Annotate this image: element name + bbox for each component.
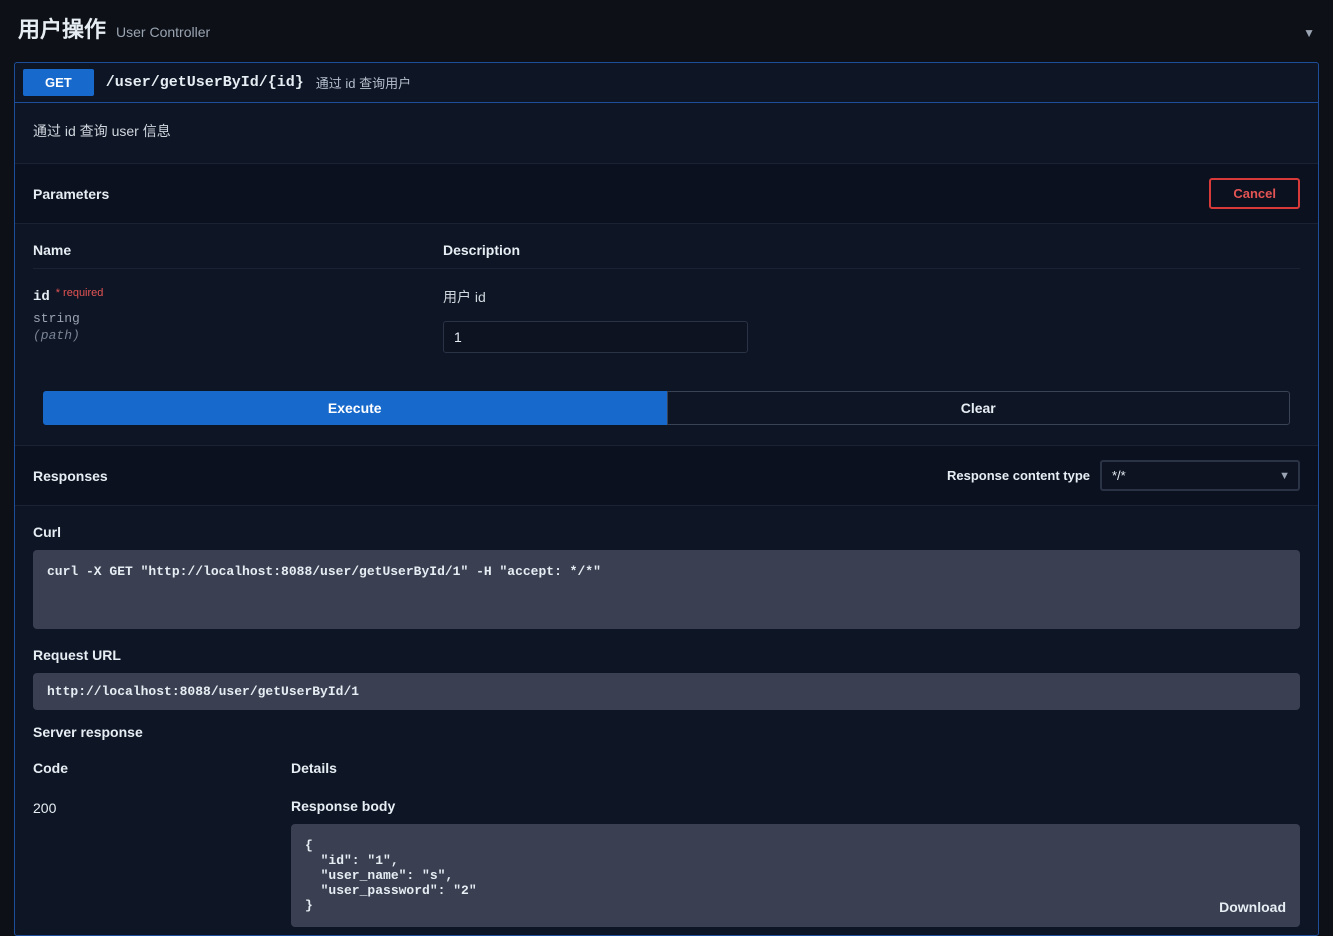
parameter-description: 用户 id <box>443 287 1300 307</box>
content-type-label: Response content type <box>947 468 1090 483</box>
chevron-down-icon: ▼ <box>1303 26 1315 40</box>
curl-code-block: curl -X GET "http://localhost:8088/user/… <box>33 550 1300 629</box>
parameter-type: string <box>33 311 443 326</box>
column-header-code: Code <box>33 760 291 776</box>
curl-title: Curl <box>33 524 1300 540</box>
parameter-name: id <box>33 289 50 305</box>
parameters-table: Name Description id * required string (p… <box>15 224 1318 391</box>
operation-short-description: 通过 id 查询用户 <box>316 73 411 92</box>
request-url-block: http://localhost:8088/user/getUserById/1 <box>33 673 1300 710</box>
operation-path: /user/getUserById/{id} <box>106 74 304 91</box>
download-button[interactable]: Download <box>1219 899 1286 915</box>
cancel-button[interactable]: Cancel <box>1209 178 1300 209</box>
parameter-input-id[interactable] <box>443 321 748 353</box>
content-type-select[interactable]: */* <box>1100 460 1300 491</box>
response-body-title: Response body <box>291 798 1300 814</box>
http-method-badge: GET <box>23 69 94 96</box>
server-response-title: Server response <box>33 724 1300 740</box>
request-url-title: Request URL <box>33 647 1300 663</box>
responses-header: Responses Response content type */* ▼ <box>15 445 1318 506</box>
tag-header[interactable]: 用户操作 User Controller ▼ <box>0 0 1333 62</box>
execute-button[interactable]: Execute <box>43 391 667 425</box>
response-body-block: { "id": "1", "user_name": "s", "user_pas… <box>291 824 1300 927</box>
column-header-details: Details <box>291 760 1300 776</box>
parameters-title: Parameters <box>33 186 109 202</box>
responses-title: Responses <box>33 468 108 484</box>
column-header-description: Description <box>443 242 1300 258</box>
parameters-header: Parameters Cancel <box>15 164 1318 224</box>
operation-description: 通过 id 查询 user 信息 <box>15 103 1318 164</box>
required-marker: * required <box>56 287 104 299</box>
response-status-code: 200 <box>33 798 291 927</box>
response-body-text: { "id": "1", "user_name": "s", "user_pas… <box>305 838 477 913</box>
parameter-in: (path) <box>33 328 443 343</box>
tag-title: 用户操作 <box>18 12 106 44</box>
tag-subtitle: User Controller <box>116 24 210 40</box>
operation-summary[interactable]: GET /user/getUserById/{id} 通过 id 查询用户 <box>15 63 1318 103</box>
column-header-name: Name <box>33 242 443 258</box>
clear-button[interactable]: Clear <box>667 391 1291 425</box>
parameter-row: id * required string (path) 用户 id <box>33 269 1300 371</box>
server-response-row: 200 Response body { "id": "1", "user_nam… <box>33 790 1300 935</box>
operation-block: GET /user/getUserById/{id} 通过 id 查询用户 通过… <box>14 62 1319 936</box>
